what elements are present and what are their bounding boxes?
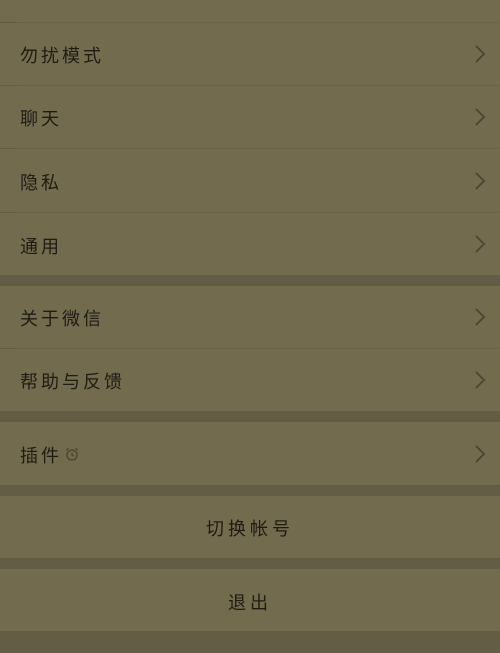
settings-item-label: 通用 (20, 237, 62, 258)
settings-item-label: 帮助与反馈 (20, 372, 125, 393)
settings-item-about-wechat[interactable]: 关于微信 (0, 286, 500, 348)
alarm-clock-icon (66, 447, 78, 461)
settings-item-label: 插件 (20, 446, 62, 467)
chevron-right-icon (475, 371, 486, 389)
settings-item-privacy[interactable]: 隐私 (0, 149, 500, 212)
chevron-right-icon (475, 445, 486, 463)
settings-item-label: 勿扰模式 (20, 46, 104, 67)
chevron-right-icon (475, 45, 486, 63)
settings-item-label: 关于微信 (20, 309, 104, 330)
settings-item-label: 隐私 (20, 173, 62, 194)
settings-item-chat[interactable]: 聊天 (0, 86, 500, 148)
chevron-right-icon (475, 235, 486, 253)
settings-item-label: 聊天 (20, 109, 62, 130)
settings-item-partial (0, 0, 500, 22)
settings-item-plugins[interactable]: 插件 (0, 422, 500, 485)
settings-item-help-feedback[interactable]: 帮助与反馈 (0, 349, 500, 411)
settings-item-do-not-disturb[interactable]: 勿扰模式 (0, 23, 500, 85)
logout-label: 退出 (228, 593, 272, 614)
settings-page: 勿扰模式 聊天 隐私 通用 关于微信 帮助与反馈 插件 切换帐号 退出 (0, 0, 500, 653)
logout-button[interactable]: 退出 (0, 569, 500, 631)
settings-item-general[interactable]: 通用 (0, 213, 500, 275)
chevron-right-icon (475, 308, 486, 326)
chevron-right-icon (475, 172, 486, 190)
switch-account-button[interactable]: 切换帐号 (0, 496, 500, 558)
switch-account-label: 切换帐号 (206, 519, 294, 540)
chevron-right-icon (475, 108, 486, 126)
